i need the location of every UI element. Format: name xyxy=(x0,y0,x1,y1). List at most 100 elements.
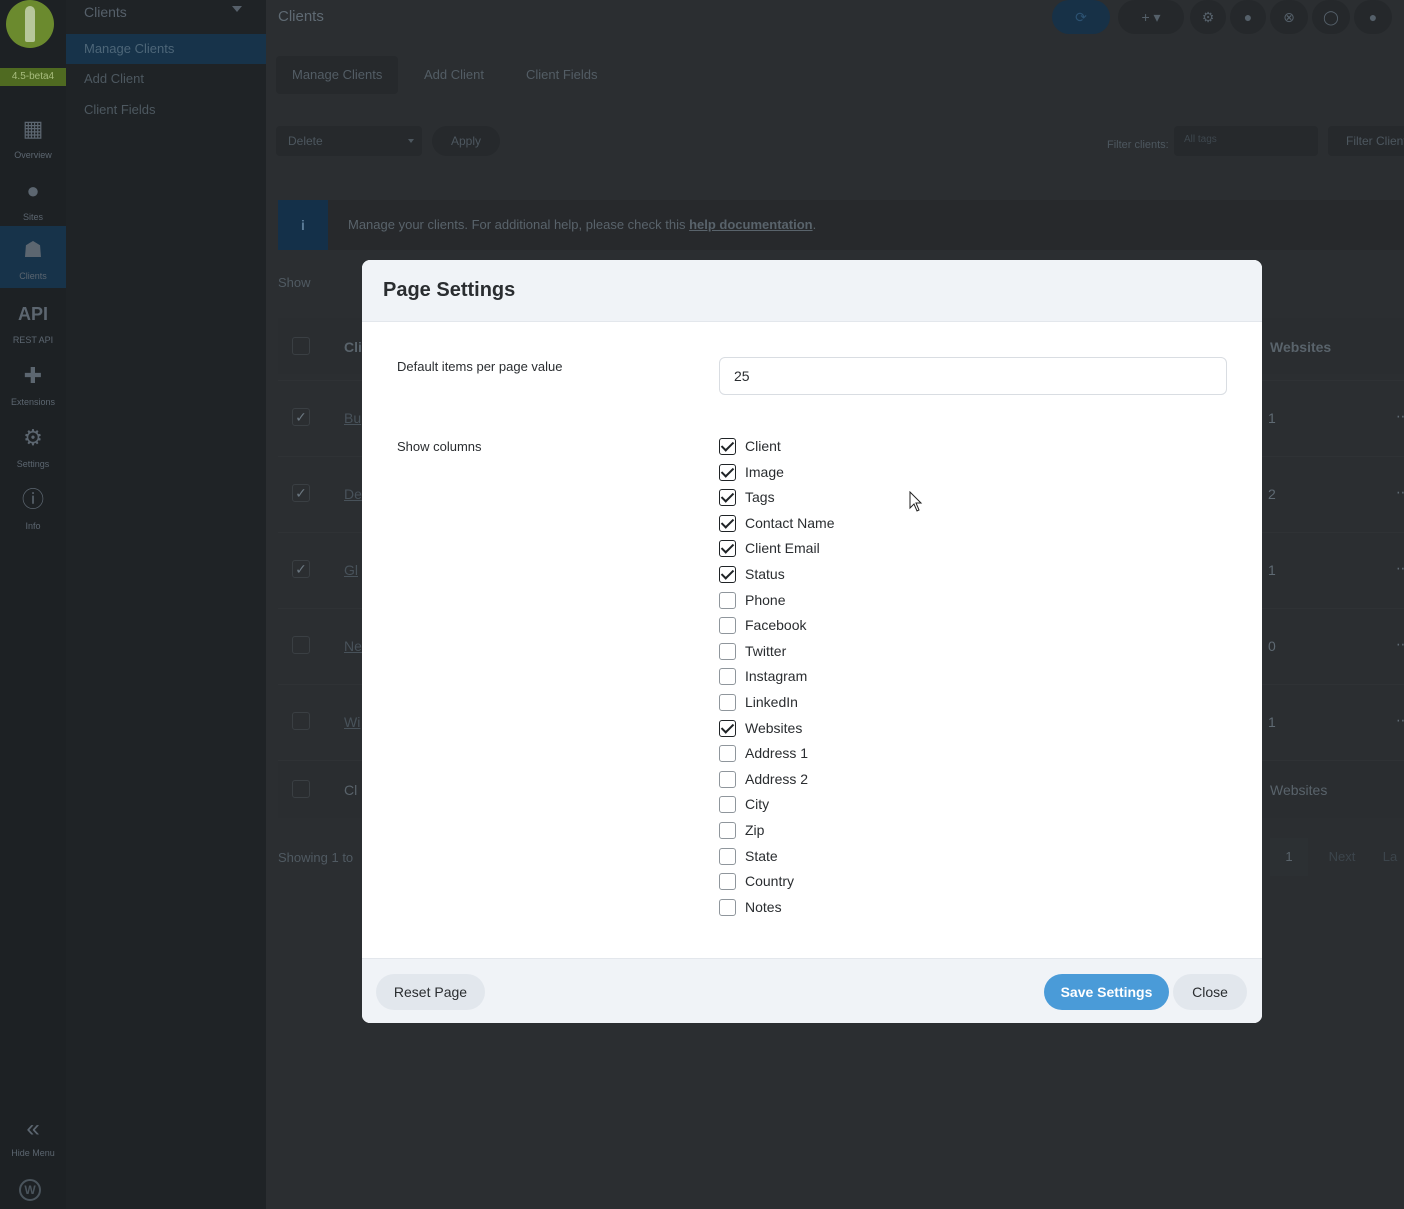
client-name[interactable]: Gl xyxy=(344,562,358,578)
select-all-checkbox-footer[interactable] xyxy=(292,780,310,798)
nav-sites[interactable]: ● Sites xyxy=(0,167,66,229)
tab-client-fields[interactable]: Client Fields xyxy=(510,56,614,94)
column-header-websites[interactable]: Websites xyxy=(1270,339,1331,355)
column-checkbox[interactable] xyxy=(719,642,736,660)
settings-button[interactable]: ⚙ xyxy=(1190,0,1226,34)
column-checkbox[interactable] xyxy=(719,693,736,711)
save-settings-button[interactable]: Save Settings xyxy=(1044,974,1169,1010)
column-option-label: Tags xyxy=(745,489,775,506)
column-checkbox[interactable] xyxy=(719,463,736,481)
caret-down-icon[interactable] xyxy=(232,6,242,12)
column-option[interactable]: Contact Name xyxy=(719,513,1119,539)
row-checkbox[interactable]: ✓ xyxy=(292,484,310,502)
help-documentation-link[interactable]: help documentation xyxy=(689,217,813,232)
column-option[interactable]: LinkedIn xyxy=(719,692,1119,718)
column-option[interactable]: Client Email xyxy=(719,538,1119,564)
column-checkbox[interactable] xyxy=(719,719,736,737)
column-option[interactable]: City xyxy=(719,794,1119,820)
bulk-action-select[interactable]: Delete xyxy=(276,126,422,156)
more-actions-icon[interactable]: ⋯ xyxy=(1396,712,1404,729)
column-checkbox[interactable] xyxy=(719,565,736,583)
client-name[interactable]: Bu xyxy=(344,410,361,426)
client-name[interactable]: Ne xyxy=(344,638,362,654)
submenu-item-manage-clients[interactable]: Manage Clients xyxy=(66,34,266,64)
wordpress-icon[interactable]: W xyxy=(19,1179,41,1201)
apply-button[interactable]: Apply xyxy=(432,126,500,156)
support-button[interactable]: ⊗ xyxy=(1270,0,1308,34)
column-option-label: Country xyxy=(745,873,795,890)
column-option[interactable]: Facebook xyxy=(719,615,1119,641)
nav-overview[interactable]: ▦ Overview xyxy=(0,105,66,167)
close-button[interactable]: Close xyxy=(1173,974,1247,1010)
column-checkbox[interactable] xyxy=(719,770,736,788)
more-actions-icon[interactable]: ⋯ xyxy=(1396,636,1404,653)
select-all-checkbox[interactable] xyxy=(292,337,310,355)
tab-add-client[interactable]: Add Client xyxy=(408,56,500,94)
filter-clients-button[interactable]: Filter Clients xyxy=(1328,126,1404,156)
websites-count: 2 xyxy=(1268,486,1276,502)
add-new-button[interactable]: + ▾ xyxy=(1118,0,1184,34)
column-checkbox[interactable] xyxy=(719,617,736,635)
column-option[interactable]: Zip xyxy=(719,820,1119,846)
last-page-button[interactable]: La xyxy=(1376,838,1404,876)
column-checkbox[interactable] xyxy=(719,438,736,455)
column-checkbox[interactable] xyxy=(719,796,736,814)
items-per-page-input[interactable] xyxy=(719,357,1227,395)
column-header-client[interactable]: Cli xyxy=(344,339,362,355)
page-1-button[interactable]: 1 xyxy=(1270,838,1308,876)
nav-clients-label: Clients xyxy=(19,271,47,281)
tag-filter-select[interactable]: All tags xyxy=(1174,126,1318,156)
submenu-item-client-fields[interactable]: Client Fields xyxy=(66,95,266,125)
more-actions-icon[interactable]: ⋯ xyxy=(1396,484,1404,501)
column-option-label: City xyxy=(745,796,770,813)
column-checkbox[interactable] xyxy=(719,873,736,891)
column-checkbox[interactable] xyxy=(719,591,736,609)
nav-clients[interactable]: ☗ Clients xyxy=(0,226,66,288)
more-actions-icon[interactable]: ⋯ xyxy=(1396,408,1404,425)
column-checkbox[interactable] xyxy=(719,847,736,865)
column-option[interactable]: Websites xyxy=(719,718,1119,744)
user-button[interactable]: ● xyxy=(1354,0,1392,34)
client-name[interactable]: De xyxy=(344,486,362,502)
column-checkbox[interactable] xyxy=(719,540,736,558)
tab-manage-clients[interactable]: Manage Clients xyxy=(276,56,399,94)
sync-button[interactable]: ⟳ xyxy=(1052,0,1110,34)
hide-menu-button[interactable]: « Hide Menu xyxy=(0,1115,66,1161)
more-actions-icon[interactable]: ⋯ xyxy=(1396,560,1404,577)
nav-settings[interactable]: ⚙ Settings xyxy=(0,414,66,476)
column-checkbox[interactable] xyxy=(719,489,736,507)
row-checkbox[interactable]: ✓ xyxy=(292,560,310,578)
column-checkbox[interactable] xyxy=(719,821,736,839)
page-title: Clients xyxy=(278,8,324,25)
column-option[interactable]: Address 2 xyxy=(719,769,1119,795)
nav-info[interactable]: ⓘ Info xyxy=(0,476,66,538)
next-page-button[interactable]: Next xyxy=(1310,838,1374,876)
mainwp-logo[interactable] xyxy=(6,0,54,48)
column-option[interactable]: Image xyxy=(719,462,1119,488)
column-option[interactable]: Client xyxy=(719,436,1119,462)
nav-rest-api[interactable]: API REST API xyxy=(0,290,66,352)
row-checkbox[interactable] xyxy=(292,712,310,730)
chat-button[interactable]: ◯ xyxy=(1312,0,1350,34)
sites-button[interactable]: ● xyxy=(1230,0,1266,34)
reset-page-button[interactable]: Reset Page xyxy=(376,974,485,1010)
column-option[interactable]: Instagram xyxy=(719,666,1119,692)
column-checkbox[interactable] xyxy=(719,745,736,763)
row-checkbox[interactable] xyxy=(292,636,310,654)
column-option[interactable]: Phone xyxy=(719,590,1119,616)
column-option[interactable]: Country xyxy=(719,871,1119,897)
column-option[interactable]: Twitter xyxy=(719,641,1119,667)
column-option[interactable]: Status xyxy=(719,564,1119,590)
submenu-item-add-client[interactable]: Add Client xyxy=(66,64,266,94)
column-checkbox[interactable] xyxy=(719,514,736,532)
nav-extensions[interactable]: ✚ Extensions xyxy=(0,352,66,414)
column-option-label: Contact Name xyxy=(745,514,835,531)
column-option[interactable]: Notes xyxy=(719,897,1119,923)
column-checkbox[interactable] xyxy=(719,898,736,916)
client-name[interactable]: Wi xyxy=(344,714,360,730)
row-checkbox[interactable]: ✓ xyxy=(292,408,310,426)
column-checkbox[interactable] xyxy=(719,668,736,686)
column-option[interactable]: State xyxy=(719,846,1119,872)
user-icon: ● xyxy=(1368,9,1378,25)
column-option[interactable]: Address 1 xyxy=(719,743,1119,769)
